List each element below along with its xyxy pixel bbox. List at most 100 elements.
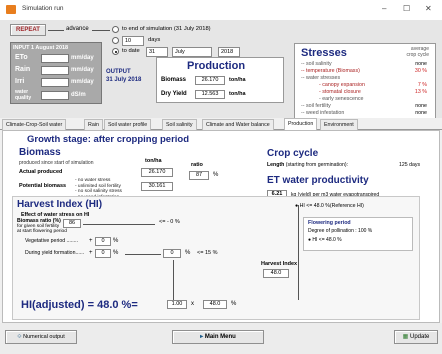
pollination-degree: Degree of pollination : 100 % bbox=[308, 228, 373, 234]
plus-sign-2: + bbox=[89, 250, 93, 256]
minimize-button[interactable]: – bbox=[382, 4, 386, 13]
length-note: (starting from germination): bbox=[285, 162, 349, 168]
days-label: days bbox=[148, 37, 161, 43]
input-title: INPUT 1 August 2018 bbox=[13, 45, 69, 51]
advance-label: advance bbox=[66, 26, 89, 32]
stress-row-label: -- weed infestation bbox=[301, 110, 345, 116]
flowering-hi: ● HI <= 48.0 % bbox=[308, 237, 342, 243]
main-menu-button[interactable]: ▸ Main Menu bbox=[172, 330, 264, 344]
crop-length-value: 125 days bbox=[399, 162, 421, 168]
biomass-ratio-value: 87 bbox=[189, 171, 209, 180]
stress-row-label: -- soil salinity bbox=[301, 61, 332, 67]
biomass-label: Biomass bbox=[161, 77, 187, 83]
arrow-line bbox=[103, 224, 155, 225]
tab-soil-salinity[interactable]: Soil salinity bbox=[162, 119, 197, 130]
numerical-output-label: Numerical output bbox=[23, 334, 65, 340]
water-quality-unit: dS/m bbox=[71, 92, 86, 98]
average-crop-cycle: average crop cycle bbox=[406, 46, 429, 58]
stress-row-value: 30 % bbox=[414, 68, 427, 74]
biomass-value: 26.170 bbox=[195, 76, 225, 85]
days-input[interactable]: 10 bbox=[122, 36, 144, 46]
stress-row-label: -- soil fertility bbox=[301, 103, 331, 109]
hi-reference-value: 48.0 bbox=[203, 300, 227, 309]
radio-days[interactable] bbox=[112, 37, 119, 44]
update-button[interactable]: ▦ Update bbox=[394, 330, 438, 344]
title-bar: Simulation run – ☐ ✕ bbox=[0, 0, 442, 20]
flowering-period-title: Flowering period bbox=[308, 220, 351, 226]
end-of-simulation-label: to end of simulation (31 July 2018) bbox=[122, 26, 211, 32]
stress-row-value: 7 % bbox=[417, 82, 427, 88]
radio-end-of-simulation[interactable] bbox=[112, 26, 119, 33]
hi-reference-unit: % bbox=[231, 301, 237, 307]
eto-label: ETo bbox=[15, 54, 28, 61]
yf-pct: % bbox=[113, 250, 119, 256]
harvest-index-label: Harvest Index bbox=[261, 261, 298, 267]
update-label: Update bbox=[409, 334, 430, 340]
dry-yield-label: Dry Yield bbox=[161, 91, 187, 97]
repeat-button[interactable]: REPEAT bbox=[10, 24, 46, 36]
tab-rain[interactable]: Rain bbox=[84, 119, 103, 130]
ratio-connector bbox=[83, 224, 103, 225]
date-year-input[interactable]: 2018 bbox=[218, 47, 240, 57]
stress-row-value: 13 % bbox=[414, 89, 427, 95]
actual-produced-value: 26.170 bbox=[141, 168, 173, 177]
crop-length-row: Length (starting from germination): bbox=[267, 162, 348, 168]
dry-yield-value: 12.563 bbox=[195, 90, 225, 99]
condition-item: - no soil salinity stress bbox=[75, 189, 122, 195]
veg-pct: % bbox=[113, 238, 119, 244]
flowering-hi-text: HI <= 48.0 % bbox=[312, 237, 342, 243]
tab-climate-crop-soil-water[interactable]: Climate-Crop-Soil water bbox=[2, 119, 67, 130]
date-month-select[interactable]: July bbox=[172, 47, 212, 57]
date-day-select[interactable]: 31 bbox=[146, 47, 168, 57]
arrow-le-zero: <= - 0 % bbox=[159, 219, 180, 225]
output-date: 31 July 2018 bbox=[106, 77, 142, 83]
production-box: Production Biomass 26.170 ton/ha Dry Yie… bbox=[156, 57, 284, 103]
vegetative-period-value: 0 bbox=[95, 237, 111, 246]
rain-unit: mm/day bbox=[71, 67, 94, 73]
stress-row-label: - canopy expansion bbox=[319, 82, 365, 88]
eto-unit: mm/day bbox=[71, 55, 94, 61]
dry-yield-unit: ton/ha bbox=[229, 91, 246, 97]
harvest-index-title: Harvest Index (HI) bbox=[17, 199, 103, 210]
rain-value bbox=[41, 66, 69, 75]
numerical-output-button[interactable]: ⟐ Numerical output bbox=[5, 330, 77, 344]
harvest-index-panel: Harvest Index (HI) Effect of water stres… bbox=[12, 196, 420, 320]
stress-row-label: -- water stresses bbox=[301, 75, 341, 81]
stress-row-label: -- temperature (Biomass) bbox=[301, 68, 360, 74]
maximize-button[interactable]: ☐ bbox=[403, 4, 410, 13]
ratio-header: ratio bbox=[191, 162, 203, 168]
tab-soil-water-profile[interactable]: Soil water profile bbox=[104, 119, 152, 130]
crop-cycle-title: Crop cycle bbox=[267, 148, 319, 159]
radio-to-date[interactable] bbox=[112, 48, 119, 55]
tab-bar: Climate-Crop-Soil water Rain Soil water … bbox=[0, 118, 442, 130]
potential-biomass-value: 30.161 bbox=[141, 182, 173, 191]
crop-cycle-label: crop cycle bbox=[406, 52, 429, 58]
plus-sign: + bbox=[89, 238, 93, 244]
hi-multiplier-value: 1.00 bbox=[167, 300, 187, 309]
stress-row-value: none bbox=[415, 103, 427, 109]
irri-unit: mm/day bbox=[71, 79, 94, 85]
tab-environment[interactable]: Environment bbox=[320, 119, 358, 130]
window-title: Simulation run bbox=[22, 5, 64, 12]
water-quality-value bbox=[41, 91, 69, 100]
stresses-box: Stresses average crop cycle -- soil salin… bbox=[294, 43, 436, 121]
biomass-unit: ton/ha bbox=[229, 77, 246, 83]
hi-biomass-ratio-value: 86 bbox=[63, 219, 81, 228]
hi-vertical-connector bbox=[173, 260, 174, 300]
flowering-period-box: Flowering period Degree of pollination :… bbox=[303, 217, 413, 251]
ton-ha-header: ton/ha bbox=[145, 158, 162, 164]
input-panel: INPUT 1 August 2018 ETo mm/day Rain mm/d… bbox=[10, 42, 102, 104]
stress-row-label: - early senescence bbox=[319, 96, 364, 102]
close-button[interactable]: ✕ bbox=[425, 4, 432, 13]
tab-production[interactable]: Production bbox=[284, 118, 318, 130]
advance-line bbox=[48, 30, 64, 31]
tab-climate-water-balance[interactable]: Climate and Water balance bbox=[202, 119, 274, 130]
harvest-index-value: 48.0 bbox=[263, 269, 289, 278]
advance-line-2 bbox=[92, 30, 110, 31]
vegetative-period-label: Vegetative period ........ bbox=[25, 238, 79, 244]
irri-label: Irri bbox=[15, 78, 25, 85]
rain-label: Rain bbox=[15, 66, 31, 73]
multiply-sign: x bbox=[191, 301, 194, 307]
stress-row-value: none bbox=[415, 110, 427, 116]
potential-biomass-label: Potential biomass bbox=[19, 183, 67, 189]
